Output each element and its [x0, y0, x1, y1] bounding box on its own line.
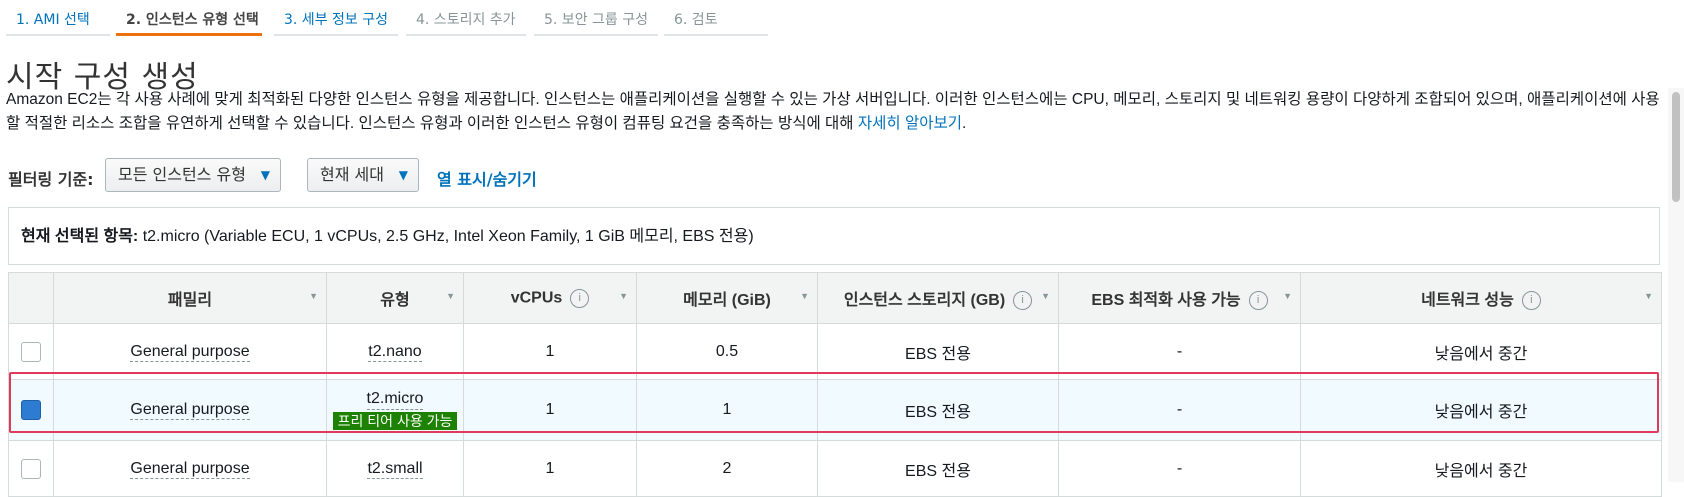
learn-more-link[interactable]: 자세히 알아보기: [858, 115, 962, 132]
info-icon[interactable]: i: [1248, 291, 1268, 311]
instance-family-select[interactable]: 모든 인스턴스 유형 ▼: [105, 158, 281, 192]
generation-select-value: 현재 세대: [320, 165, 384, 184]
instance-type-table: 패밀리 ▼ 유형 ▼ vCPUs i ▼ 메모리 (GiB) ▼ 인스턴스 스토리지 (G…: [8, 272, 1662, 497]
header-storage-label: 인스턴스 스토리지 (GB): [843, 291, 1006, 309]
generation-select[interactable]: 현재 세대 ▼: [307, 158, 419, 192]
memory-cell: 0.5: [636, 323, 818, 380]
column-header-network[interactable]: 네트워크 성능 i ▼: [1300, 272, 1662, 324]
type-cell: t2.micro 프리 티어 사용 가능: [326, 379, 464, 441]
info-icon[interactable]: i: [570, 288, 590, 308]
row-checkbox[interactable]: [21, 341, 41, 362]
chevron-down-icon: ▼: [398, 168, 408, 182]
sort-icon: ▼: [619, 291, 628, 301]
column-header-memory[interactable]: 메모리 (GiB) ▼: [636, 272, 818, 324]
ebs-cell: -: [1058, 323, 1301, 380]
chevron-down-icon: ▼: [260, 168, 270, 182]
column-header-type[interactable]: 유형 ▼: [326, 272, 464, 324]
table-row-selected[interactable]: General purpose t2.micro 프리 티어 사용 가능 1 1…: [8, 379, 1662, 441]
row-checkbox-cell: [8, 440, 54, 497]
family-value: General purpose: [130, 401, 250, 420]
ebs-cell: -: [1058, 440, 1301, 497]
header-type-label: 유형: [380, 292, 410, 309]
current-selection-value: t2.micro (Variable ECU, 1 vCPUs, 2.5 GHz…: [138, 228, 754, 245]
column-header-storage[interactable]: 인스턴스 스토리지 (GB) i ▼: [817, 272, 1059, 324]
header-network-label: 네트워크 성능: [1421, 291, 1514, 309]
memory-cell: 1: [636, 379, 818, 441]
select-column-header: [8, 272, 54, 324]
show-hide-columns-link[interactable]: 열 표시/숨기기: [437, 166, 537, 190]
type-value: t2.small: [367, 459, 423, 479]
free-tier-badge: 프리 티어 사용 가능: [332, 411, 458, 430]
current-selection-box: 현재 선택된 항목: t2.micro (Variable ECU, 1 vCP…: [8, 207, 1660, 265]
row-checkbox[interactable]: [21, 458, 41, 479]
table-header-row: 패밀리 ▼ 유형 ▼ vCPUs i ▼ 메모리 (GiB) ▼ 인스턴스 스토리지 (G…: [8, 272, 1662, 324]
vcpus-cell: 1: [463, 323, 637, 380]
instance-family-select-value: 모든 인스턴스 유형: [118, 165, 246, 184]
sort-icon: ▼: [800, 291, 809, 301]
network-cell: 낮음에서 중간: [1300, 323, 1662, 380]
family-cell: General purpose: [53, 379, 327, 441]
step-review[interactable]: 6. 검토: [664, 0, 768, 36]
step-configure-details[interactable]: 3. 세부 정보 구성: [274, 0, 398, 36]
storage-cell: EBS 전용: [817, 323, 1059, 380]
memory-cell: 2: [636, 440, 818, 497]
table-row[interactable]: General purpose t2.nano 1 0.5 EBS 전용 - 낮…: [8, 323, 1662, 380]
header-vcpus-label: vCPUs: [510, 289, 563, 307]
family-cell: General purpose: [53, 323, 327, 380]
page-description: Amazon EC2는 각 사용 사례에 맞게 최적화된 다양한 인스턴스 유형…: [6, 88, 1666, 136]
column-header-vcpus[interactable]: vCPUs i ▼: [463, 272, 637, 324]
family-cell: General purpose: [53, 440, 327, 497]
step-choose-ami[interactable]: 1. AMI 선택: [6, 0, 110, 36]
step-add-storage[interactable]: 4. 스토리지 추가: [406, 0, 526, 36]
vcpus-cell: 1: [463, 440, 637, 497]
type-cell: t2.nano: [326, 323, 464, 380]
network-cell: 낮음에서 중간: [1300, 440, 1662, 497]
header-memory-label: 메모리 (GiB): [683, 292, 771, 309]
sort-icon: ▼: [1283, 291, 1292, 301]
column-header-ebs[interactable]: EBS 최적화 사용 가능 i ▼: [1058, 272, 1301, 324]
family-value: General purpose: [130, 342, 250, 362]
type-cell: t2.small: [326, 440, 464, 497]
info-icon[interactable]: i: [1013, 291, 1033, 311]
storage-cell: EBS 전용: [817, 379, 1059, 441]
vcpus-cell: 1: [463, 379, 637, 441]
sort-icon: ▼: [446, 291, 455, 301]
row-checkbox[interactable]: [21, 400, 41, 420]
type-value: t2.micro: [366, 390, 424, 410]
info-icon[interactable]: i: [1521, 291, 1541, 311]
storage-cell: EBS 전용: [817, 440, 1059, 497]
header-family-label: 패밀리: [167, 292, 213, 309]
network-cell: 낮음에서 중간: [1300, 379, 1662, 441]
family-value: General purpose: [130, 459, 250, 479]
current-selection-label: 현재 선택된 항목:: [21, 228, 139, 245]
step-choose-instance-type[interactable]: 2. 인스턴스 유형 선택: [116, 0, 262, 36]
scrollbar-thumb[interactable]: [1672, 92, 1680, 202]
step-configure-security-group[interactable]: 5. 보안 그룹 구성: [534, 0, 658, 36]
column-header-family[interactable]: 패밀리 ▼: [53, 272, 327, 324]
sort-icon: ▼: [1644, 291, 1653, 301]
row-checkbox-cell: [8, 323, 54, 380]
table-row[interactable]: General purpose t2.small 1 2 EBS 전용 - 낮음…: [8, 440, 1662, 497]
description-text: Amazon EC2는 각 사용 사례에 맞게 최적화된 다양한 인스턴스 유형…: [6, 91, 1660, 132]
type-value: t2.nano: [368, 342, 422, 362]
ebs-cell: -: [1058, 379, 1301, 441]
sort-icon: ▼: [1041, 291, 1050, 301]
description-period: .: [962, 115, 967, 132]
header-ebs-label: EBS 최적화 사용 가능: [1091, 291, 1241, 309]
row-checkbox-cell: [8, 379, 54, 441]
sort-icon: ▼: [309, 291, 318, 301]
filter-label: 필터링 기준:: [8, 170, 94, 189]
page-scrollbar[interactable]: [1668, 88, 1684, 482]
